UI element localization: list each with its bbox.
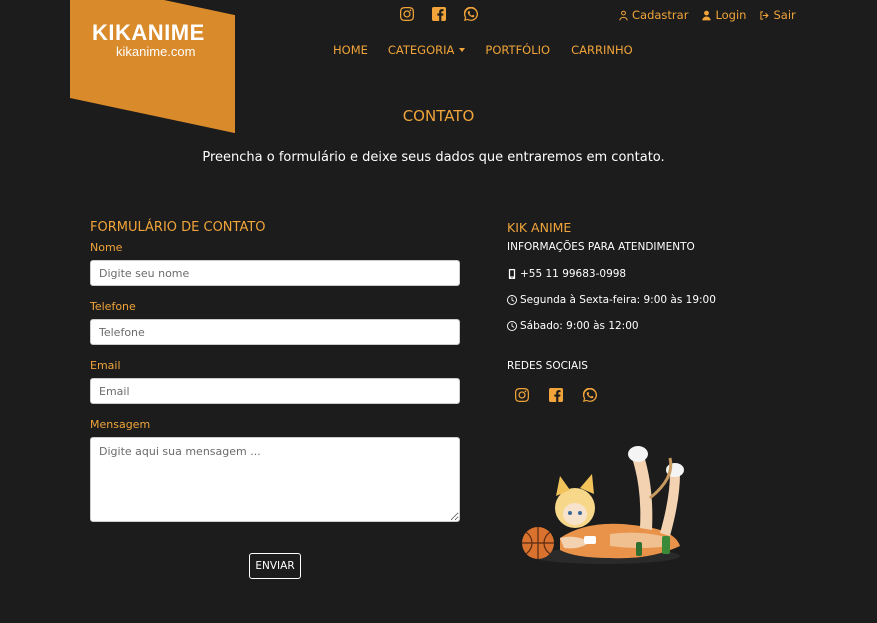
sign-out-icon	[760, 10, 770, 20]
user-menu: Cadastrar Login Sair	[618, 8, 796, 22]
nav-category-label: CATEGORIA	[387, 43, 455, 57]
facebook-icon[interactable]	[549, 388, 563, 402]
anime-character-illustration	[522, 446, 684, 564]
phone-label: Telefone	[90, 300, 136, 313]
form-heading: FORMULÁRIO DE CONTATO	[90, 220, 266, 235]
logout-link[interactable]: Sair	[759, 8, 796, 22]
facebook-icon[interactable]	[432, 7, 446, 21]
phone-number: +55 11 99683-0998	[520, 268, 627, 280]
name-label: Nome	[90, 241, 123, 254]
instagram-icon[interactable]	[400, 7, 414, 21]
logout-label: Sair	[773, 8, 796, 22]
whatsapp-icon[interactable]	[464, 7, 478, 21]
user-outline-icon	[619, 10, 628, 20]
phone-info: +55 11 99683-0998	[507, 268, 807, 280]
user-icon	[702, 10, 712, 20]
clock-icon	[507, 321, 517, 331]
logo-title: KIKANIME	[92, 20, 205, 45]
main-nav: HOME CATEGORIA PORTFÓLIO CARRINHO	[333, 43, 653, 57]
weekday-hours: Segunda à Sexta-feira: 9:00 às 19:00	[520, 294, 716, 306]
message-label: Mensagem	[90, 418, 151, 431]
page-title: CONTATO	[402, 107, 475, 125]
message-field[interactable]	[90, 437, 460, 522]
saturday-hours: Sábado: 9:00 às 12:00	[520, 320, 639, 332]
saturday-hours-info: Sábado: 9:00 às 12:00	[507, 320, 807, 332]
email-label: Email	[90, 359, 121, 372]
register-label: Cadastrar	[632, 8, 689, 22]
phone-field[interactable]	[90, 319, 460, 345]
instagram-icon[interactable]	[515, 388, 529, 402]
mobile-phone-icon	[508, 269, 516, 279]
whatsapp-icon[interactable]	[583, 388, 597, 402]
info-title: KIK ANIME	[507, 220, 572, 235]
contact-info: KIK ANIME INFORMAÇÕES PARA ATENDIMENTO +…	[507, 220, 807, 402]
nav-portfolio[interactable]: PORTFÓLIO	[485, 43, 550, 57]
footer-social-links	[515, 388, 807, 402]
info-subtitle: INFORMAÇÕES PARA ATENDIMENTO	[507, 241, 695, 253]
login-link[interactable]: Login	[701, 8, 746, 22]
social-title: REDES SOCIAIS	[507, 360, 588, 372]
register-link[interactable]: Cadastrar	[618, 8, 688, 22]
caret-down-icon	[459, 48, 466, 52]
login-label: Login	[715, 8, 747, 22]
page-subtitle: Preencha o formulário e deixe seus dados…	[202, 150, 665, 165]
logo-subtitle: kikanime.com	[116, 44, 196, 59]
nav-cart[interactable]: CARRINHO	[571, 43, 633, 57]
header-social-links	[400, 7, 478, 21]
name-field[interactable]	[90, 260, 460, 286]
email-field[interactable]	[90, 378, 460, 404]
nav-category[interactable]: CATEGORIA	[388, 43, 466, 57]
logo[interactable]: KIKANIME kikanime.com	[92, 20, 205, 59]
clock-icon	[507, 295, 517, 305]
contact-form: FORMULÁRIO DE CONTATO Nome Telefone Emai…	[90, 220, 460, 579]
weekday-hours-info: Segunda à Sexta-feira: 9:00 às 19:00	[507, 294, 807, 306]
nav-home[interactable]: HOME	[333, 43, 368, 57]
send-button[interactable]: ENVIAR	[249, 553, 301, 579]
